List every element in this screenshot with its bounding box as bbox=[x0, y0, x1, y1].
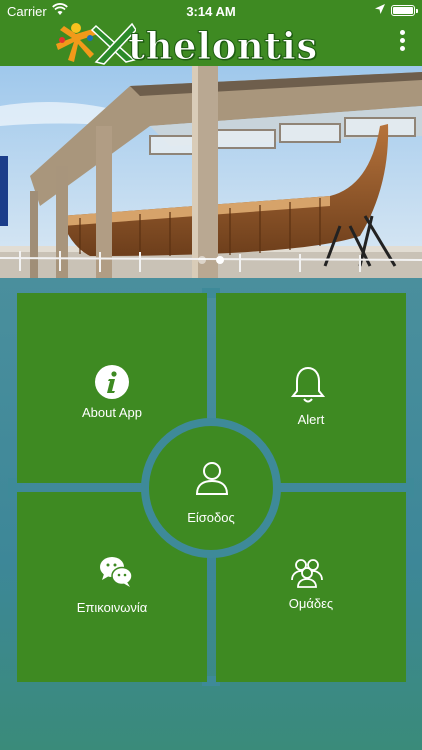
bell-icon bbox=[290, 366, 326, 403]
carousel-dot-2[interactable] bbox=[216, 256, 224, 264]
app-logo: thelontis bbox=[46, 20, 376, 69]
status-bar: Carrier 3:14 AM bbox=[0, 0, 422, 22]
carousel-dot-1[interactable] bbox=[198, 256, 206, 264]
battery-icon bbox=[391, 5, 418, 16]
login-label: Είσοδος bbox=[187, 510, 235, 525]
ship-museum-photo bbox=[0, 66, 422, 278]
login-button[interactable]: Είσοδος bbox=[141, 418, 281, 558]
logo-mark-icon bbox=[56, 22, 136, 65]
about-app-label: About App bbox=[82, 405, 142, 420]
info-icon bbox=[95, 365, 129, 399]
status-time: 3:14 AM bbox=[186, 4, 236, 19]
group-icon bbox=[291, 559, 323, 588]
image-carousel[interactable] bbox=[0, 66, 422, 278]
contact-label: Επικοινωνία bbox=[76, 600, 148, 615]
app-header: Carrier 3:14 AM thelontis bbox=[0, 0, 422, 69]
alert-label: Alert bbox=[297, 412, 325, 427]
main-menu: About App Alert Επικοινωνία Ομάδες Είσοδ… bbox=[0, 278, 422, 750]
more-vertical-icon[interactable] bbox=[396, 30, 408, 52]
groups-label: Ομάδες bbox=[288, 596, 334, 611]
chat-bubbles-icon bbox=[100, 557, 133, 587]
user-icon bbox=[195, 462, 229, 495]
logo-text: thelontis bbox=[128, 24, 318, 69]
carousel-pagination[interactable] bbox=[0, 251, 422, 269]
location-icon bbox=[374, 3, 386, 18]
